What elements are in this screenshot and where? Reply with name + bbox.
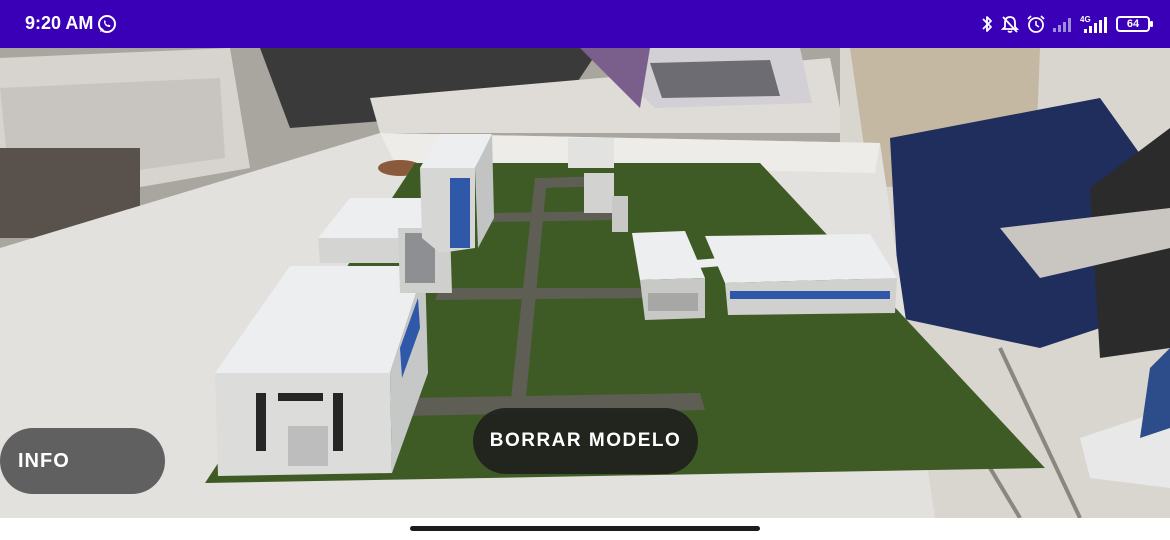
- alarm-icon: [1026, 14, 1046, 34]
- building-right-long-roof: [705, 234, 897, 283]
- cell-signal-icon: 4G: [1080, 14, 1110, 34]
- status-icons: 4G 64: [980, 12, 1153, 36]
- bluetooth-icon: [980, 14, 994, 34]
- path-horizontal-1: [435, 288, 645, 300]
- whatsapp-icon: [97, 14, 117, 34]
- status-bar: 9:20 AM 4G 64: [0, 0, 1170, 48]
- battery-icon: 64: [1116, 16, 1153, 32]
- building-back-small: [568, 138, 614, 168]
- gesture-handle[interactable]: [410, 526, 760, 531]
- delete-model-button[interactable]: BORRAR MODELO: [473, 408, 698, 474]
- network-type-label: 4G: [1080, 15, 1091, 24]
- mute-icon: [1000, 14, 1020, 34]
- navigation-bar: [0, 518, 1170, 540]
- info-button[interactable]: INFO: [0, 428, 165, 494]
- wifi-signal-icon: [1052, 15, 1074, 33]
- status-time: 9:20 AM: [25, 13, 94, 33]
- ar-app-screen: 9:20 AM 4G 64 INFO BORRAR MODELO: [0, 0, 1170, 540]
